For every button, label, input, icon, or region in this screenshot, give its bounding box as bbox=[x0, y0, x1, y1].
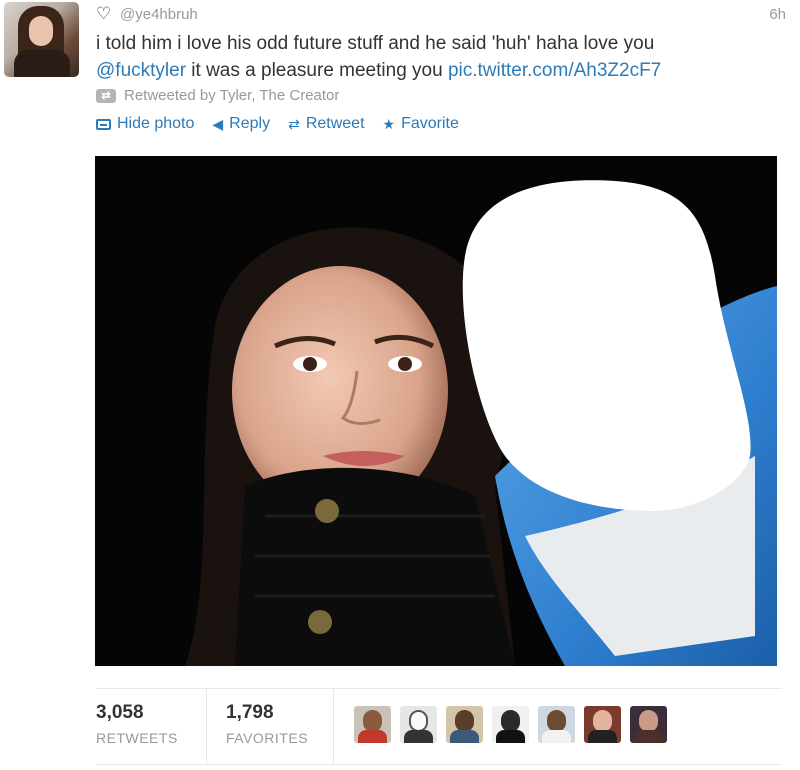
retweeted-by: ⇄ Retweeted by Tyler, The Creator bbox=[96, 87, 339, 104]
favorites-stat[interactable]: 1,798 FAVORITES bbox=[226, 702, 308, 746]
divider bbox=[96, 688, 782, 689]
tweet-header: ♡ @ye4hbruh 6h bbox=[96, 4, 786, 26]
avatar[interactable] bbox=[538, 706, 575, 743]
stat-divider bbox=[333, 688, 334, 764]
divider bbox=[96, 764, 782, 765]
avatar[interactable] bbox=[4, 2, 79, 77]
retweet-icon: ⇄ bbox=[288, 115, 300, 132]
star-icon: ★ bbox=[382, 115, 396, 132]
retweets-count: 3,058 bbox=[96, 702, 144, 723]
reply-icon: ◀ bbox=[212, 115, 224, 132]
reply-button[interactable]: ◀ Reply bbox=[212, 115, 270, 133]
avatar[interactable] bbox=[400, 706, 437, 743]
favorites-count: 1,798 bbox=[226, 702, 274, 723]
tweet-photo[interactable] bbox=[95, 156, 777, 666]
retweet-icon: ⇄ bbox=[96, 88, 116, 103]
retweet-label: Retweet bbox=[305, 115, 365, 132]
hide-photo-button[interactable]: Hide photo bbox=[96, 115, 194, 133]
heart-icon: ♡ bbox=[96, 4, 112, 23]
avatar[interactable] bbox=[446, 706, 483, 743]
avatar[interactable] bbox=[354, 706, 391, 743]
hide-photo-label: Hide photo bbox=[117, 115, 195, 132]
stat-divider bbox=[206, 688, 207, 764]
avatar[interactable] bbox=[584, 706, 621, 743]
photo-icon bbox=[96, 118, 111, 130]
reply-label: Reply bbox=[229, 115, 271, 132]
tweet-timestamp[interactable]: 6h bbox=[769, 6, 786, 23]
user-handle[interactable]: @ye4hbruh bbox=[120, 6, 198, 23]
tweet-text-part2: it was a pleasure meeting you bbox=[186, 60, 448, 81]
retweets-stat[interactable]: 3,058 RETWEETS bbox=[96, 702, 178, 746]
photo-image bbox=[95, 156, 777, 666]
favorite-button[interactable]: ★ Favorite bbox=[383, 115, 459, 133]
avatar[interactable] bbox=[630, 706, 667, 743]
favorite-label: Favorite bbox=[401, 115, 459, 132]
tweet-actions: Hide photo ◀ Reply ⇄ Retweet ★ Favorite bbox=[96, 115, 459, 133]
favorites-label: FAVORITES bbox=[226, 730, 309, 746]
mention-link[interactable]: @fucktyler bbox=[96, 60, 186, 81]
retweet-button[interactable]: ⇄ Retweet bbox=[288, 115, 364, 133]
tweet-text: i told him i love his odd future stuff a… bbox=[96, 30, 786, 84]
retweeted-by-text[interactable]: Retweeted by Tyler, The Creator bbox=[124, 87, 339, 104]
user-avatars-row bbox=[354, 706, 667, 743]
pic-link[interactable]: pic.twitter.com/Ah3Z2cF7 bbox=[448, 60, 661, 81]
tweet-text-part1: i told him i love his odd future stuff a… bbox=[96, 33, 655, 54]
avatar[interactable] bbox=[492, 706, 529, 743]
retweets-label: RETWEETS bbox=[96, 730, 178, 746]
